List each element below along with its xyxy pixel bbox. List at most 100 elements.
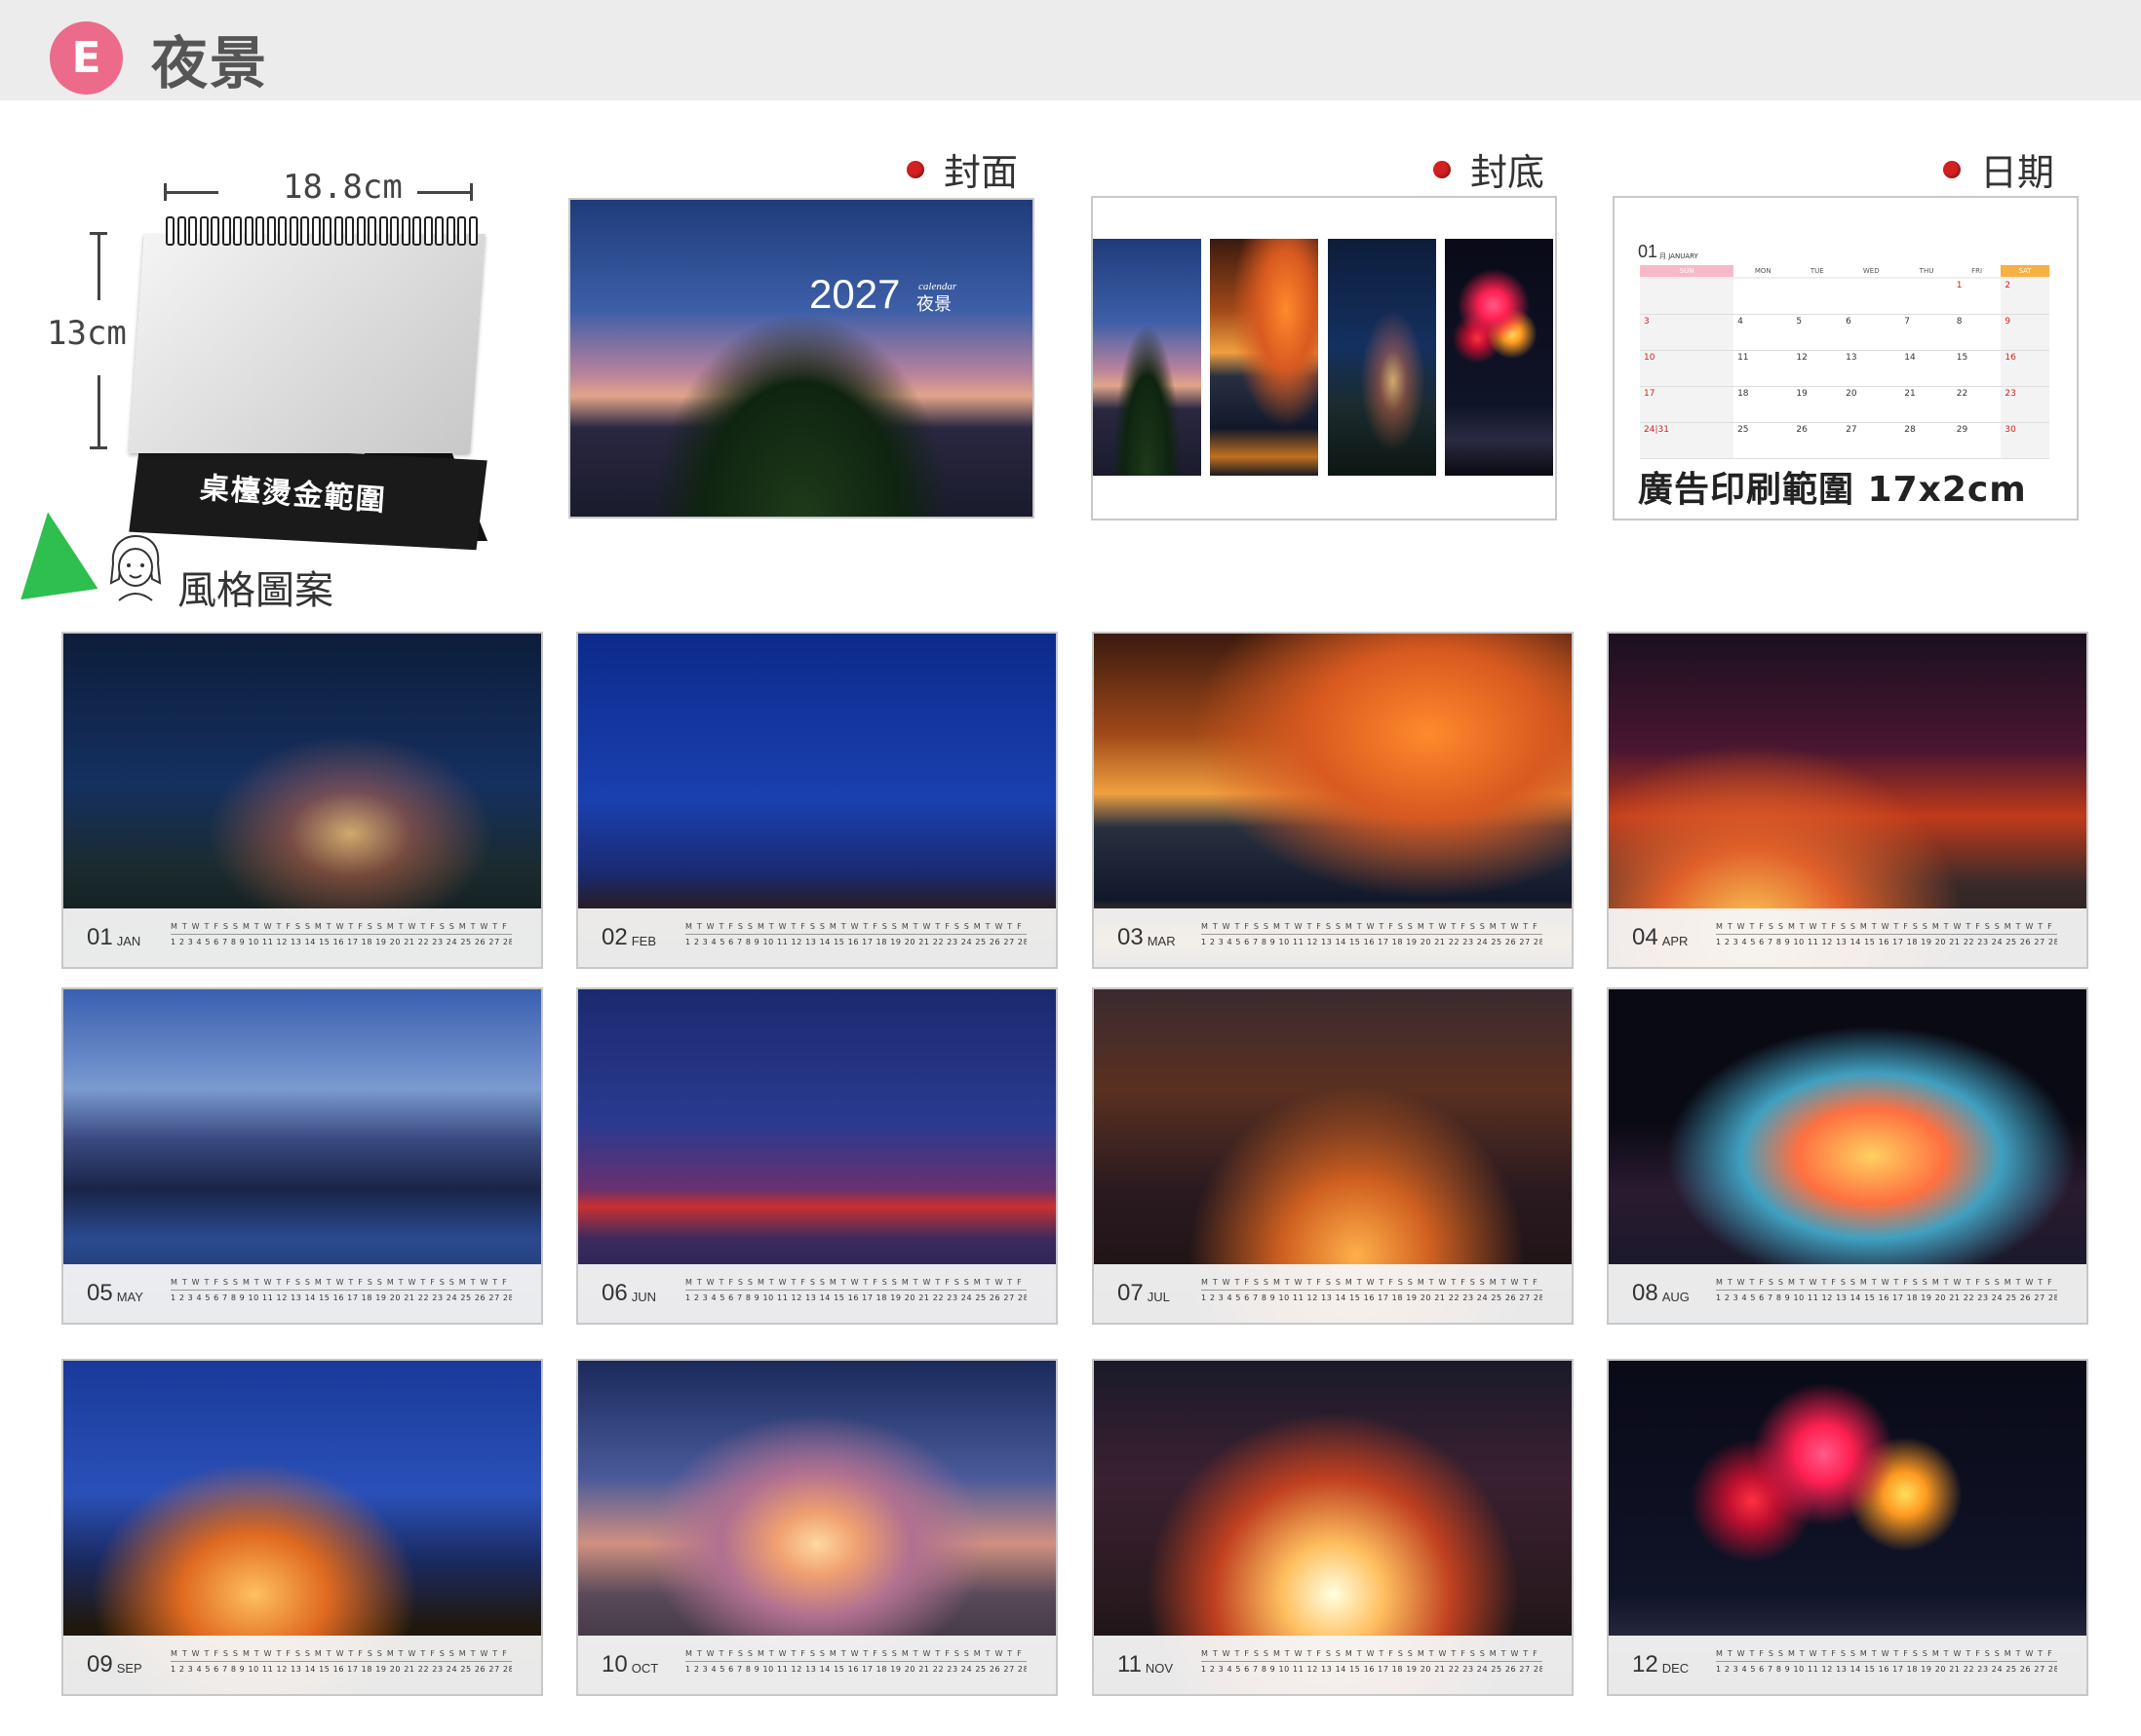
month-strip: 09 SEP M T W T F S S M T W T F S S M T W T… (63, 1636, 541, 1694)
month-name: MAY (116, 1289, 143, 1304)
weekday-header: THU (1900, 265, 1953, 279)
weekday-header: FRI (1952, 265, 2002, 279)
month-number: 02 (602, 924, 628, 950)
month-strip: 04 APR M T W T F S S M T W T F S S M T W T… (1609, 908, 2086, 967)
month-name: MAR (1147, 933, 1176, 948)
month-day-row: M T W T F S S M T W T F S S M T W T F S … (685, 1649, 1027, 1684)
month-card[interactable]: 09 SEP M T W T F S S M T W T F S S M T W T… (61, 1359, 543, 1696)
back-photo-2 (1210, 239, 1318, 476)
month-strip: 03 MAR M T W T F S S M T W T F S S M T W T… (1094, 908, 1572, 967)
triangle-icon (9, 506, 98, 600)
month-number: 09 (87, 1651, 113, 1678)
month-name: NOV (1145, 1660, 1174, 1676)
month-card[interactable]: 01 JAN M T W T F S S M T W T F S S M T W T… (61, 632, 543, 969)
cover-theme: 夜景 (916, 294, 952, 315)
month-card[interactable]: 05 MAY M T W T F S S M T W T F S S M T W T… (61, 987, 543, 1325)
height-dim-line-bottom (97, 375, 100, 448)
month-name: JUN (631, 1289, 656, 1304)
back-photo-3 (1328, 239, 1436, 476)
month-card[interactable]: 08 AUG M T W T F S S M T W T F S S M T W T… (1607, 987, 2088, 1325)
month-strip: 12 DEC M T W T F S S M T W T F S S M T W T… (1609, 1636, 2086, 1694)
month-name: OCT (631, 1660, 659, 1676)
month-name: SEP (116, 1660, 142, 1676)
month-strip: 01 JAN M T W T F S S M T W T F S S M T W T… (63, 908, 541, 967)
height-dim-line-top (97, 232, 100, 300)
month-number: 04 (1632, 924, 1658, 950)
date-grid: SUN MON TUE WED THU FRI SAT 12 3456789 1… (1640, 265, 2049, 459)
ad-print-area-label: 廣告印刷範圍 17x2cm (1638, 470, 2027, 510)
cover-label: 封面 (907, 142, 1018, 196)
width-dim-tick-right (470, 183, 473, 201)
month-name: FEB (631, 933, 656, 948)
month-name: JUL (1147, 1289, 1170, 1304)
back-photo-4 (1445, 239, 1553, 476)
height-dim-label: 13cm (47, 314, 127, 353)
calendar-spiral (166, 216, 478, 246)
month-number: 05 (87, 1280, 113, 1306)
month-number: 07 (1117, 1280, 1144, 1306)
month-strip: 07 JUL M T W T F S S M T W T F S S M T W T… (1094, 1264, 1572, 1323)
month-day-row: M T W T F S S M T W T F S S M T W T F S … (1716, 922, 2057, 957)
month-card[interactable]: 02 FEB M T W T F S S M T W T F S S M T W T… (576, 632, 1058, 969)
cover-preview[interactable] (568, 198, 1034, 519)
month-day-row: M T W T F S S M T W T F S S M T W T F S … (685, 922, 1027, 957)
width-dim-label: 18.8cm (283, 168, 403, 207)
month-day-row: M T W T F S S M T W T F S S M T W T F S … (1716, 1278, 2057, 1313)
month-card[interactable]: 04 APR M T W T F S S M T W T F S S M T W T… (1607, 632, 2088, 969)
cover-year: 2027 (809, 271, 901, 317)
month-strip: 10 OCT M T W T F S S M T W T F S S M T W T… (578, 1636, 1056, 1694)
month-strip: 11 NOV M T W T F S S M T W T F S S M T W T… (1094, 1636, 1572, 1694)
date-month-number: 01 (1638, 242, 1658, 261)
month-card[interactable]: 10 OCT M T W T F S S M T W T F S S M T W T… (576, 1359, 1058, 1696)
height-dim-tick-top (90, 232, 107, 235)
month-strip: 05 MAY M T W T F S S M T W T F S S M T W T… (63, 1264, 541, 1323)
month-strip: 06 JUN M T W T F S S M T W T F S S M T W T… (578, 1264, 1056, 1323)
month-day-row: M T W T F S S M T W T F S S M T W T F S … (1201, 922, 1542, 957)
month-day-row: M T W T F S S M T W T F S S M T W T F S … (1201, 1278, 1542, 1313)
style-pattern-title: 風格圖案 (177, 568, 333, 613)
weekday-header: MON (1733, 265, 1793, 279)
date-month-name: 月 JANUARY (1659, 252, 1698, 260)
month-number: 10 (602, 1651, 628, 1678)
month-name: AUG (1661, 1289, 1690, 1304)
month-number: 12 (1632, 1651, 1658, 1678)
weekday-header: TUE (1792, 265, 1843, 279)
width-dim-line-right (417, 191, 472, 194)
red-dot-icon (1943, 160, 1961, 178)
month-card[interactable]: 12 DEC M T W T F S S M T W T F S S M T W T… (1607, 1359, 2088, 1696)
month-day-row: M T W T F S S M T W T F S S M T W T F S … (1201, 1649, 1542, 1684)
month-strip: 08 AUG M T W T F S S M T W T F S S M T W T… (1609, 1264, 2086, 1323)
month-number: 01 (87, 924, 113, 950)
weekday-header: WED (1842, 265, 1901, 279)
month-card[interactable]: 11 NOV M T W T F S S M T W T F S S M T W T… (1092, 1359, 1574, 1696)
weekday-header: SAT (2001, 265, 2049, 279)
month-day-row: M T W T F S S M T W T F S S M T W T F S … (171, 1278, 512, 1313)
month-day-row: M T W T F S S M T W T F S S M T W T F S … (1716, 1649, 2057, 1684)
height-dim-tick-bottom (90, 446, 107, 449)
month-number: 03 (1117, 924, 1144, 950)
month-card[interactable]: 07 JUL M T W T F S S M T W T F S S M T W T… (1092, 987, 1574, 1325)
month-card[interactable]: 03 MAR M T W T F S S M T W T F S S M T W T… (1092, 632, 1574, 969)
month-number: 06 (602, 1280, 628, 1306)
red-dot-icon (1433, 160, 1451, 178)
month-name: DEC (1661, 1660, 1690, 1676)
header-bar (0, 0, 2141, 100)
month-number: 08 (1632, 1280, 1658, 1306)
month-name: JAN (116, 933, 141, 948)
month-day-row: M T W T F S S M T W T F S S M T W T F S … (171, 1649, 512, 1684)
month-card[interactable]: 06 JUN M T W T F S S M T W T F S S M T W T… (576, 987, 1058, 1325)
calendar-page (129, 234, 486, 453)
month-number: 11 (1117, 1651, 1142, 1678)
month-day-row: M T W T F S S M T W T F S S M T W T F S … (171, 922, 512, 957)
weekday-header: SUN (1640, 265, 1734, 279)
red-dot-icon (907, 160, 924, 178)
width-dim-tick-left (164, 183, 167, 201)
back-photo-1 (1093, 239, 1201, 476)
month-day-row: M T W T F S S M T W T F S S M T W T F S … (685, 1278, 1027, 1313)
month-name: APR (1661, 933, 1689, 948)
width-dim-line-left (164, 191, 218, 194)
page-title: 夜景 (151, 30, 269, 96)
back-label: 封底 (1433, 142, 1544, 196)
month-strip: 02 FEB M T W T F S S M T W T F S S M T W T… (578, 908, 1056, 967)
date-label: 日期 (1943, 142, 2054, 196)
